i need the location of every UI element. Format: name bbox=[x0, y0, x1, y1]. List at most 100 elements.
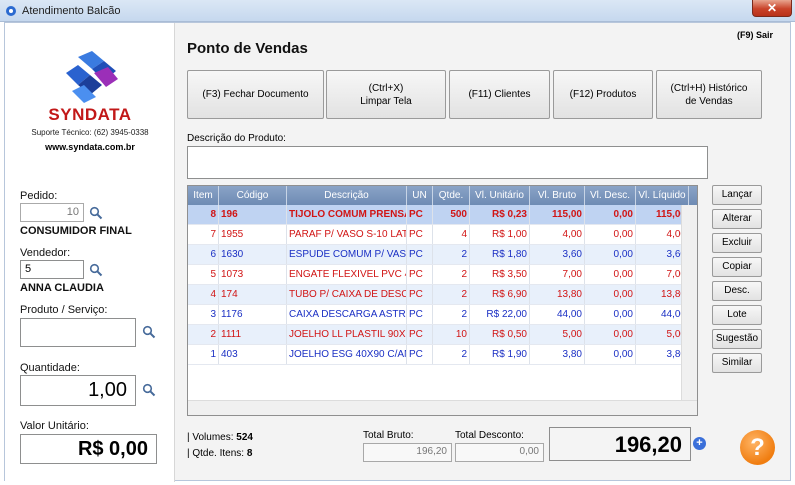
descricao-cell: JOELHO ESG 40X90 C/ANEL bbox=[287, 345, 407, 364]
unidade-cell: PC bbox=[407, 345, 433, 364]
item-cell: 4 bbox=[188, 285, 219, 304]
support-phone: Suporte Técnico: (62) 3945-0338 bbox=[31, 128, 149, 137]
item-cell: 5 bbox=[188, 265, 219, 284]
table-row[interactable]: 71955PARAF P/ VASO S-10 LATAOPC4R$ 1,004… bbox=[188, 225, 697, 245]
total-bruto-label: Total Bruto: bbox=[363, 430, 414, 441]
column-header[interactable]: Vl. Líquido bbox=[636, 186, 689, 205]
valor-label: Valor Unitário: bbox=[20, 420, 89, 432]
table-row[interactable]: 51073ENGATE FLEXIVEL PVC 40CMPC2R$ 3,507… bbox=[188, 265, 697, 285]
volumes-info: | Volumes: 524 bbox=[187, 432, 253, 443]
desconto-button[interactable]: Desc. bbox=[712, 281, 762, 301]
valor-desconto-cell: 0,00 bbox=[585, 345, 636, 364]
historico-vendas-button[interactable]: (Ctrl+H) Histórico de Vendas bbox=[656, 70, 762, 119]
valor-unitario-cell: R$ 6,90 bbox=[470, 285, 530, 304]
total-desconto-field: 0,00 bbox=[455, 443, 544, 462]
search-icon[interactable] bbox=[89, 263, 103, 277]
valor-bruto-cell: 3,60 bbox=[530, 245, 585, 264]
table-row[interactable]: 8196TIJOLO COMUM PRENSADOPC500R$ 0,23115… bbox=[188, 205, 697, 225]
valor-unitario-cell: R$ 1,00 bbox=[470, 225, 530, 244]
column-header[interactable]: Código bbox=[219, 186, 287, 205]
column-header[interactable]: UN bbox=[407, 186, 433, 205]
table-row[interactable]: 6 1630 ESPUDE COMUM P/ VASO PC 2 R$ 1,80 3,60 0… bbox=[188, 245, 697, 265]
brand-name: SYNDATA bbox=[48, 105, 132, 124]
codigo-cell: 174 bbox=[219, 285, 287, 304]
table-row[interactable]: 1403JOELHO ESG 40X90 C/ANELPC2R$ 1,903,8… bbox=[188, 345, 697, 365]
valor-unitario-cell: R$ 0,23 bbox=[470, 205, 530, 224]
valor-bruto-cell: 13,80 bbox=[530, 285, 585, 304]
descricao-cell: CAIXA DESCARGA ASTRA bbox=[287, 305, 407, 324]
limpar-tela-button[interactable]: (Ctrl+X) Limpar Tela bbox=[326, 70, 446, 119]
valor-unitario-field: R$ 0,00 bbox=[20, 434, 157, 464]
column-header[interactable]: Item bbox=[188, 186, 219, 205]
table-row[interactable]: 4174TUBO P/ CAIXA DE DESCARGAPC2R$ 6,901… bbox=[188, 285, 697, 305]
descricao-field[interactable] bbox=[187, 146, 708, 179]
clientes-button[interactable]: (F11) Clientes bbox=[449, 70, 550, 119]
item-cell: 7 bbox=[188, 225, 219, 244]
quantidade-cell: 2 bbox=[433, 305, 470, 324]
descricao-cell: ENGATE FLEXIVEL PVC 40CM bbox=[287, 265, 407, 284]
vendedor-field[interactable]: 5 bbox=[20, 260, 84, 279]
page-title: Ponto de Vendas bbox=[187, 40, 308, 57]
unidade-cell: PC bbox=[407, 205, 433, 224]
quantidade-label: Quantidade: bbox=[20, 362, 80, 374]
cliente-name: CONSUMIDOR FINAL bbox=[20, 225, 132, 237]
unidade-cell: PC bbox=[407, 225, 433, 244]
table-row[interactable]: 3 1176 CAIXA DESCARGA ASTRA PC 2 R$ 22,00 44,0… bbox=[188, 305, 697, 325]
produto-label: Produto / Serviço: bbox=[20, 304, 108, 316]
table-row[interactable]: 2 1111 JOELHO LL PLASTIL 90X25 PC 10 R$ 0,50 5… bbox=[188, 325, 697, 345]
valor-desconto-cell: 0,00 bbox=[585, 285, 636, 304]
alterar-button[interactable]: Alterar bbox=[712, 209, 762, 229]
item-cell: 3 bbox=[188, 305, 219, 324]
fechar-documento-button[interactable]: (F3) Fechar Documento bbox=[187, 70, 324, 119]
plus-icon[interactable]: + bbox=[693, 437, 706, 450]
search-icon[interactable] bbox=[89, 206, 103, 220]
valor-unitario-cell: R$ 1,90 bbox=[470, 345, 530, 364]
unidade-cell: PC bbox=[407, 265, 433, 284]
valor-bruto-cell: 115,00 bbox=[530, 205, 585, 224]
valor-desconto-cell: 0,00 bbox=[585, 205, 636, 224]
copiar-button[interactable]: Copiar bbox=[712, 257, 762, 277]
quantidade-cell: 2 bbox=[433, 265, 470, 284]
codigo-cell: 1630 bbox=[219, 245, 287, 264]
pedido-field[interactable]: 10 bbox=[20, 203, 84, 222]
valor-desconto-cell: 0,00 bbox=[585, 225, 636, 244]
vertical-scrollbar[interactable] bbox=[681, 205, 697, 401]
produto-field[interactable] bbox=[20, 318, 136, 347]
column-header[interactable]: Descrição bbox=[287, 186, 407, 205]
horizontal-scrollbar[interactable] bbox=[188, 400, 697, 415]
search-icon[interactable] bbox=[142, 325, 156, 339]
valor-unitario-cell: R$ 1,80 bbox=[470, 245, 530, 264]
column-header[interactable]: Qtde. bbox=[433, 186, 470, 205]
produtos-button[interactable]: (F12) Produtos bbox=[553, 70, 653, 119]
codigo-cell: 196 bbox=[219, 205, 287, 224]
search-icon[interactable] bbox=[142, 383, 156, 397]
main-window: SYNDATA Suporte Técnico: (62) 3945-0338 … bbox=[4, 22, 791, 482]
similar-button[interactable]: Similar bbox=[712, 353, 762, 373]
sugestao-button[interactable]: Sugestão bbox=[712, 329, 762, 349]
valor-bruto-cell: 44,00 bbox=[530, 305, 585, 324]
lancar-button[interactable]: Lançar bbox=[712, 185, 762, 205]
column-header[interactable]: Vl. Bruto bbox=[530, 186, 585, 205]
column-header[interactable]: Vl. Desc. bbox=[585, 186, 636, 205]
website-link[interactable]: www.syndata.com.br bbox=[5, 142, 175, 152]
column-header[interactable]: Vl. Unitário bbox=[470, 186, 530, 205]
valor-desconto-cell: 0,00 bbox=[585, 265, 636, 284]
codigo-cell: 1955 bbox=[219, 225, 287, 244]
quantidade-cell: 2 bbox=[433, 285, 470, 304]
quantidade-field[interactable]: 1,00 bbox=[20, 375, 136, 406]
exit-button[interactable]: (F9) Sair bbox=[737, 30, 773, 40]
help-icon[interactable]: ? bbox=[740, 430, 775, 465]
codigo-cell: 403 bbox=[219, 345, 287, 364]
excluir-button[interactable]: Excluir bbox=[712, 233, 762, 253]
descricao-cell: TIJOLO COMUM PRENSADO bbox=[287, 205, 407, 224]
valor-unitario-cell: R$ 3,50 bbox=[470, 265, 530, 284]
total-liquido-display: 196,20 bbox=[549, 427, 691, 461]
valor-desconto-cell: 0,00 bbox=[585, 325, 636, 344]
window-title: Atendimento Balcão bbox=[22, 5, 121, 17]
quantidade-cell: 500 bbox=[433, 205, 470, 224]
lote-button[interactable]: Lote bbox=[712, 305, 762, 325]
table-body: 8196TIJOLO COMUM PRENSADOPC500R$ 0,23115… bbox=[188, 205, 697, 365]
volumes-value: 524 bbox=[236, 432, 253, 443]
quantidade-cell: 4 bbox=[433, 225, 470, 244]
close-button[interactable]: ✕ bbox=[752, 0, 792, 17]
